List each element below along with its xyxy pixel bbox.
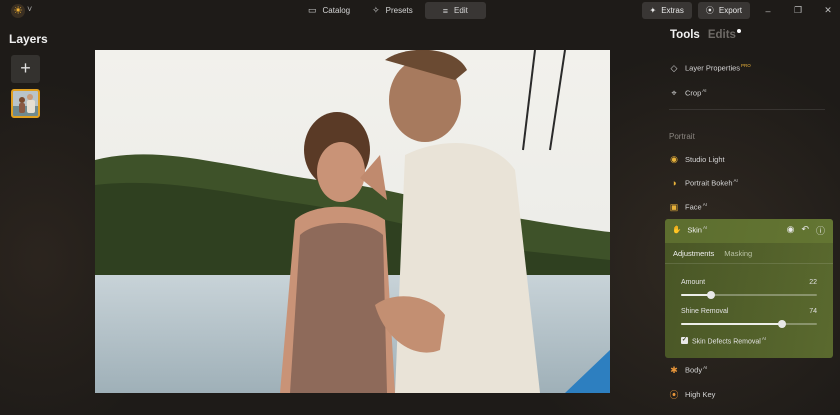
ai-badge: AI — [702, 202, 707, 208]
tool-high-key[interactable]: ⦿ High Key — [669, 387, 715, 401]
hand-icon: ✋ — [672, 225, 682, 235]
layers-title: Layers — [9, 32, 48, 46]
main-nav: ▭ Catalog ✧ Presets ≡ Edit — [298, 2, 486, 19]
tool-label: FaceAI — [685, 202, 707, 212]
shine-removal-value: 74 — [809, 308, 817, 315]
layer-thumbnail[interactable] — [11, 89, 40, 118]
tool-crop[interactable]: ⌖ CropAI — [669, 86, 707, 100]
extras-button[interactable]: ✦ Extras — [641, 2, 692, 19]
layers-icon: ◇ — [670, 62, 678, 73]
tab-adjustments[interactable]: Adjustments — [673, 249, 714, 258]
amount-slider-knob[interactable] — [706, 291, 715, 299]
sliders-icon: ≡ — [442, 5, 449, 16]
tab-edits[interactable]: Edits — [708, 29, 741, 41]
skin-defects-label: Skin Defects RemovalAI — [692, 336, 766, 345]
high-key-icon: ⦿ — [669, 389, 679, 400]
skin-defects-row[interactable]: ✓ Skin Defects RemovalAI — [681, 336, 766, 345]
shine-removal-slider-fill — [681, 323, 782, 325]
bokeh-icon: ◑ — [671, 178, 677, 188]
chevron-down-icon[interactable]: ˅ — [27, 4, 32, 14]
tool-label: CropAI — [685, 88, 707, 98]
tool-label-text: Portrait Bokeh — [685, 178, 733, 188]
amount-label: Amount — [681, 279, 706, 286]
shine-removal-label: Shine Removal — [681, 308, 729, 315]
tool-label-text: Body — [685, 365, 703, 375]
catalog-button[interactable]: ▭ Catalog — [298, 2, 360, 19]
sparkle-icon: ✦ — [649, 6, 657, 15]
divider — [669, 109, 825, 110]
export-button[interactable]: ⦿ Export — [697, 2, 750, 19]
presets-label: Presets — [385, 6, 413, 15]
tool-label-text: Studio Light — [685, 154, 725, 164]
tab-edits-label: Edits — [707, 29, 736, 41]
photo-canvas[interactable] — [95, 50, 610, 393]
undo-icon[interactable]: ↶ — [801, 224, 809, 237]
export-label: Export — [718, 6, 742, 15]
panel-tabs: Tools Edits — [670, 29, 741, 41]
presets-button[interactable]: ✧ Presets — [362, 2, 423, 19]
tab-masking[interactable]: Masking — [724, 249, 752, 258]
extras-label: Extras — [661, 6, 684, 15]
tool-label: Layer PropertiesPRO — [685, 63, 751, 73]
top-right-controls: ✦ Extras ⦿ Export – ❐ ✕ — [641, 2, 840, 19]
magic-wand-icon: ✧ — [372, 5, 380, 15]
shine-removal-slider[interactable] — [681, 320, 817, 328]
edit-label: Edit — [454, 6, 468, 15]
tool-label-text: Layer Properties — [685, 63, 741, 73]
crop-icon: ⌖ — [671, 87, 677, 98]
studio-light-icon: ◉ — [670, 153, 678, 164]
minimize-icon[interactable]: – — [756, 6, 780, 16]
layer-thumbnail-image — [13, 91, 38, 116]
tool-label: Portrait BokehAI — [685, 178, 738, 188]
ai-badge: AI — [761, 336, 767, 341]
amount-value: 22 — [809, 279, 817, 286]
ai-badge: AI — [702, 88, 707, 94]
folder-icon: ▭ — [308, 5, 317, 15]
tool-label: BodyAI — [685, 365, 707, 375]
edit-button[interactable]: ≡ Edit — [424, 2, 486, 19]
skin-tabs: Adjustments Masking — [673, 249, 752, 258]
tool-body[interactable]: ✱ BodyAI — [669, 363, 707, 377]
shine-removal-slider-knob[interactable] — [777, 320, 786, 328]
tool-label-text: High Key — [685, 389, 716, 399]
section-portrait: Portrait — [669, 132, 695, 141]
skin-divider — [665, 263, 833, 264]
body-icon: ✱ — [670, 364, 678, 375]
tool-portrait-bokeh[interactable]: ◑ Portrait BokehAI — [669, 176, 738, 190]
ai-badge: AI — [702, 225, 708, 230]
skin-tool-panel: ✋ SkinAI ◉ ↶ ⓘ Adjustments Masking Amoun… — [665, 219, 833, 358]
skin-title-text: Skin — [687, 225, 702, 235]
info-icon[interactable]: ⓘ — [816, 224, 825, 237]
tab-tools[interactable]: Tools — [670, 29, 700, 41]
close-icon[interactable]: ✕ — [816, 5, 840, 16]
face-icon: ▣ — [669, 201, 679, 212]
skin-defects-checkbox[interactable]: ✓ — [681, 337, 688, 345]
restore-icon[interactable]: ❐ — [786, 5, 810, 16]
amount-slider[interactable] — [681, 291, 817, 299]
skin-title[interactable]: ✋ SkinAI — [672, 225, 707, 235]
eye-icon[interactable]: ◉ — [787, 224, 795, 237]
top-bar: ☀ ˅ ▭ Catalog ✧ Presets ≡ Edit ✦ Extras … — [0, 0, 840, 22]
pro-badge: PRO — [741, 63, 751, 69]
export-icon: ⦿ — [705, 6, 714, 15]
sun-logo-icon[interactable]: ☀ — [11, 4, 25, 18]
skin-actions: ◉ ↶ ⓘ — [787, 224, 825, 237]
tool-label-text: Crop — [685, 88, 702, 98]
edited-photo — [95, 50, 610, 393]
edits-indicator-dot — [736, 29, 741, 33]
tool-studio-light[interactable]: ◉ Studio Light — [669, 152, 725, 166]
add-layer-button[interactable]: + — [11, 55, 40, 83]
tool-layer-properties[interactable]: ◇ Layer PropertiesPRO — [669, 61, 751, 75]
tool-label-text: Face — [685, 202, 702, 212]
skin-defects-text: Skin Defects Removal — [692, 338, 761, 346]
ai-badge: AI — [733, 178, 738, 184]
ai-badge: AI — [703, 365, 708, 371]
catalog-label: Catalog — [322, 6, 351, 15]
skin-title-label: SkinAI — [687, 225, 707, 235]
tool-face[interactable]: ▣ FaceAI — [669, 200, 707, 214]
